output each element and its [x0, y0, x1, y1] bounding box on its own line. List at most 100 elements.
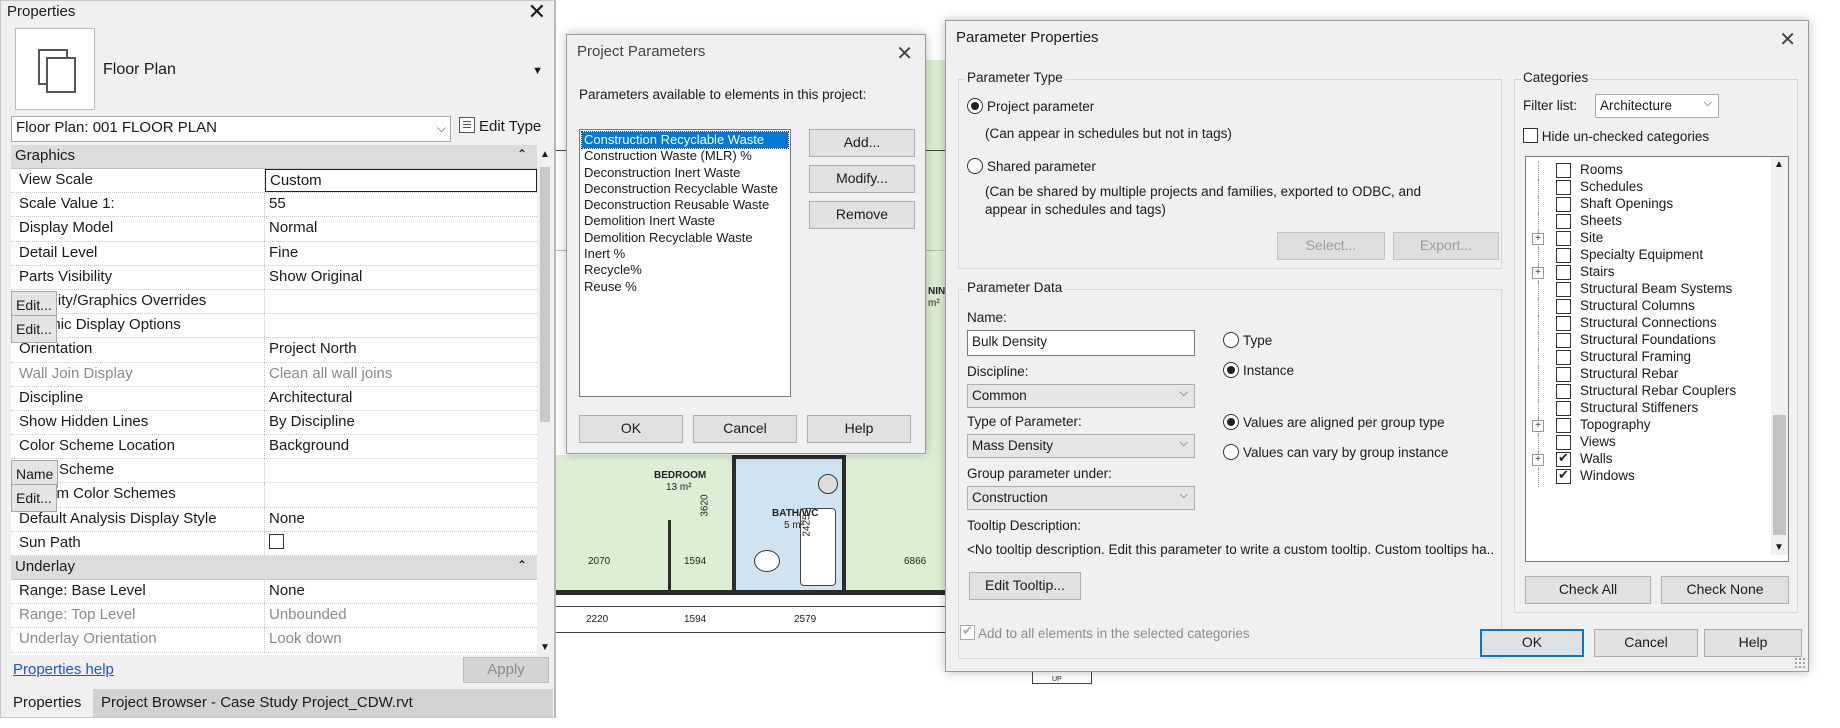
properties-scrollbar[interactable]: ▲ ▼: [537, 145, 553, 655]
property-group-header[interactable]: Graphics ⌃: [11, 145, 537, 169]
collapse-icon[interactable]: ⌃: [517, 558, 527, 572]
parameter-list-item[interactable]: Inert %: [582, 246, 788, 262]
scroll-thumb[interactable]: [1773, 415, 1786, 535]
checkbox-unchecked[interactable]: [1556, 367, 1571, 382]
property-value[interactable]: Normal: [265, 217, 537, 240]
edit-tooltip-button[interactable]: Edit Tooltip...: [969, 572, 1081, 600]
select-button[interactable]: Select...: [1277, 232, 1385, 260]
category-item[interactable]: Windows: [1526, 467, 1766, 487]
instance-radio[interactable]: Instance: [1223, 362, 1294, 378]
checkbox-unchecked[interactable]: [1556, 333, 1571, 348]
ok-button[interactable]: OK: [1480, 629, 1584, 657]
type-radio[interactable]: Type: [1223, 332, 1272, 348]
instance-selector[interactable]: Floor Plan: 001 FLOOR PLAN ⌵: [11, 116, 451, 142]
expand-icon[interactable]: +: [1532, 454, 1544, 466]
scroll-up-icon[interactable]: ▲: [1774, 159, 1784, 170]
modify-button[interactable]: Modify...: [809, 165, 915, 193]
parameter-list-item[interactable]: Deconstruction Reusable Waste: [582, 197, 788, 213]
edit-type-button[interactable]: Edit Type: [459, 117, 541, 135]
checkbox-unchecked[interactable]: [1556, 350, 1571, 365]
scroll-thumb[interactable]: [540, 167, 550, 422]
parameters-list[interactable]: Construction Recyclable Waste Constructio…: [579, 129, 791, 397]
checkbox-unchecked[interactable]: [1556, 418, 1571, 433]
check-all-button[interactable]: Check All: [1525, 576, 1651, 604]
property-value[interactable]: Show Original: [265, 266, 537, 289]
checkbox-unchecked[interactable]: [1556, 231, 1571, 246]
close-icon[interactable]: ✕: [528, 1, 546, 23]
scroll-down-icon[interactable]: ▼: [1774, 542, 1784, 553]
expand-icon[interactable]: +: [1532, 233, 1544, 245]
values-aligned-radio[interactable]: Values are aligned per group type: [1223, 414, 1445, 430]
property-value[interactable]: 55: [265, 193, 537, 216]
resize-grip-icon[interactable]: [1794, 657, 1806, 669]
property-group-header[interactable]: Underlay ⌃: [11, 556, 537, 580]
collapse-icon[interactable]: ⌃: [517, 147, 527, 161]
checkbox-unchecked[interactable]: [1556, 265, 1571, 280]
ok-button[interactable]: OK: [579, 415, 683, 443]
remove-button[interactable]: Remove: [809, 201, 915, 229]
checkbox-unchecked[interactable]: [1556, 435, 1571, 450]
shared-parameter-radio[interactable]: Shared parameter: [967, 158, 1096, 174]
parameter-list-item[interactable]: Demolition Inert Waste: [582, 213, 788, 229]
checkbox-unchecked[interactable]: [1556, 282, 1571, 297]
checkbox-unchecked[interactable]: [1556, 180, 1571, 195]
checkbox-unchecked[interactable]: [1556, 316, 1571, 331]
group-parameter-under-select[interactable]: Construction ⌵: [967, 486, 1195, 510]
parameter-list-item[interactable]: Deconstruction Recyclable Waste: [582, 181, 788, 197]
tab-properties[interactable]: Properties: [5, 689, 91, 717]
help-button[interactable]: Help: [1704, 629, 1802, 657]
close-icon[interactable]: ✕: [896, 41, 913, 66]
property-value[interactable]: Custom: [265, 169, 537, 193]
categories-scrollbar[interactable]: ▲ ▼: [1771, 157, 1788, 555]
parameter-list-item[interactable]: Reuse %: [582, 279, 788, 295]
type-of-parameter-select[interactable]: Mass Density ⌵: [967, 434, 1195, 458]
property-value[interactable]: Fine: [265, 242, 537, 265]
parameter-list-item[interactable]: Recycle%: [582, 262, 788, 278]
checkbox-unchecked[interactable]: [1556, 248, 1571, 263]
cancel-button[interactable]: Cancel: [693, 415, 797, 443]
scroll-up-icon[interactable]: ▲: [540, 149, 550, 160]
project-parameter-radio[interactable]: Project parameter: [967, 98, 1094, 114]
hide-unchecked-checkbox[interactable]: Hide un-checked categories: [1523, 128, 1709, 144]
property-value[interactable]: None: [265, 508, 537, 531]
property-value[interactable]: None: [265, 580, 537, 603]
type-selector[interactable]: Floor Plan ▼: [11, 25, 547, 115]
add-to-all-checkbox[interactable]: Add to all elements in the selected cate…: [960, 623, 1250, 641]
expand-icon[interactable]: +: [1532, 420, 1544, 432]
property-value[interactable]: By Discipline: [265, 411, 537, 434]
parameter-list-item[interactable]: Construction Waste (MLR) %: [582, 148, 788, 164]
property-edit-button[interactable]: Edit...: [11, 315, 57, 344]
parameter-list-item[interactable]: Construction Recyclable Waste: [581, 130, 789, 150]
properties-help-link[interactable]: Properties help: [13, 661, 114, 678]
categories-tree[interactable]: Rooms Schedules Shaft Openings Sheets + Site S…: [1525, 156, 1789, 562]
property-value[interactable]: Background: [265, 435, 537, 458]
check-none-button[interactable]: Check None: [1661, 576, 1789, 604]
values-vary-radio[interactable]: Values can vary by group instance: [1223, 444, 1448, 460]
close-icon[interactable]: ✕: [1779, 27, 1796, 52]
checkbox-unchecked[interactable]: [1556, 401, 1571, 416]
apply-button[interactable]: Apply: [463, 657, 549, 683]
help-button[interactable]: Help: [807, 415, 911, 443]
checkbox-unchecked[interactable]: [1556, 384, 1571, 399]
export-button[interactable]: Export...: [1393, 232, 1499, 260]
filter-list-select[interactable]: Architecture ⌵: [1595, 94, 1719, 118]
parameter-list-item[interactable]: Demolition Recyclable Waste: [582, 230, 788, 246]
property-edit-button[interactable]: Edit...: [11, 484, 57, 513]
parameter-list-item[interactable]: Deconstruction Inert Waste: [582, 165, 788, 181]
name-input[interactable]: Bulk Density: [967, 330, 1195, 356]
property-value[interactable]: [265, 532, 537, 555]
expand-icon[interactable]: +: [1532, 267, 1544, 279]
checkbox-unchecked[interactable]: [1556, 299, 1571, 314]
cancel-button[interactable]: Cancel: [1594, 629, 1698, 657]
chevron-down-icon[interactable]: ▼: [532, 65, 543, 77]
checkbox-unchecked[interactable]: [1556, 197, 1571, 212]
discipline-select[interactable]: Common ⌵: [967, 384, 1195, 408]
property-value[interactable]: Architectural: [265, 387, 537, 410]
checkbox-unchecked[interactable]: [1556, 214, 1571, 229]
add-button[interactable]: Add...: [809, 129, 915, 157]
scroll-down-icon[interactable]: ▼: [540, 642, 550, 653]
checkbox-unchecked[interactable]: [1556, 163, 1571, 178]
checkbox-checked[interactable]: [1556, 467, 1571, 484]
sun-path-checkbox[interactable]: [269, 533, 284, 549]
tab-project-browser[interactable]: Project Browser - Case Study Project_CDW…: [93, 689, 553, 717]
